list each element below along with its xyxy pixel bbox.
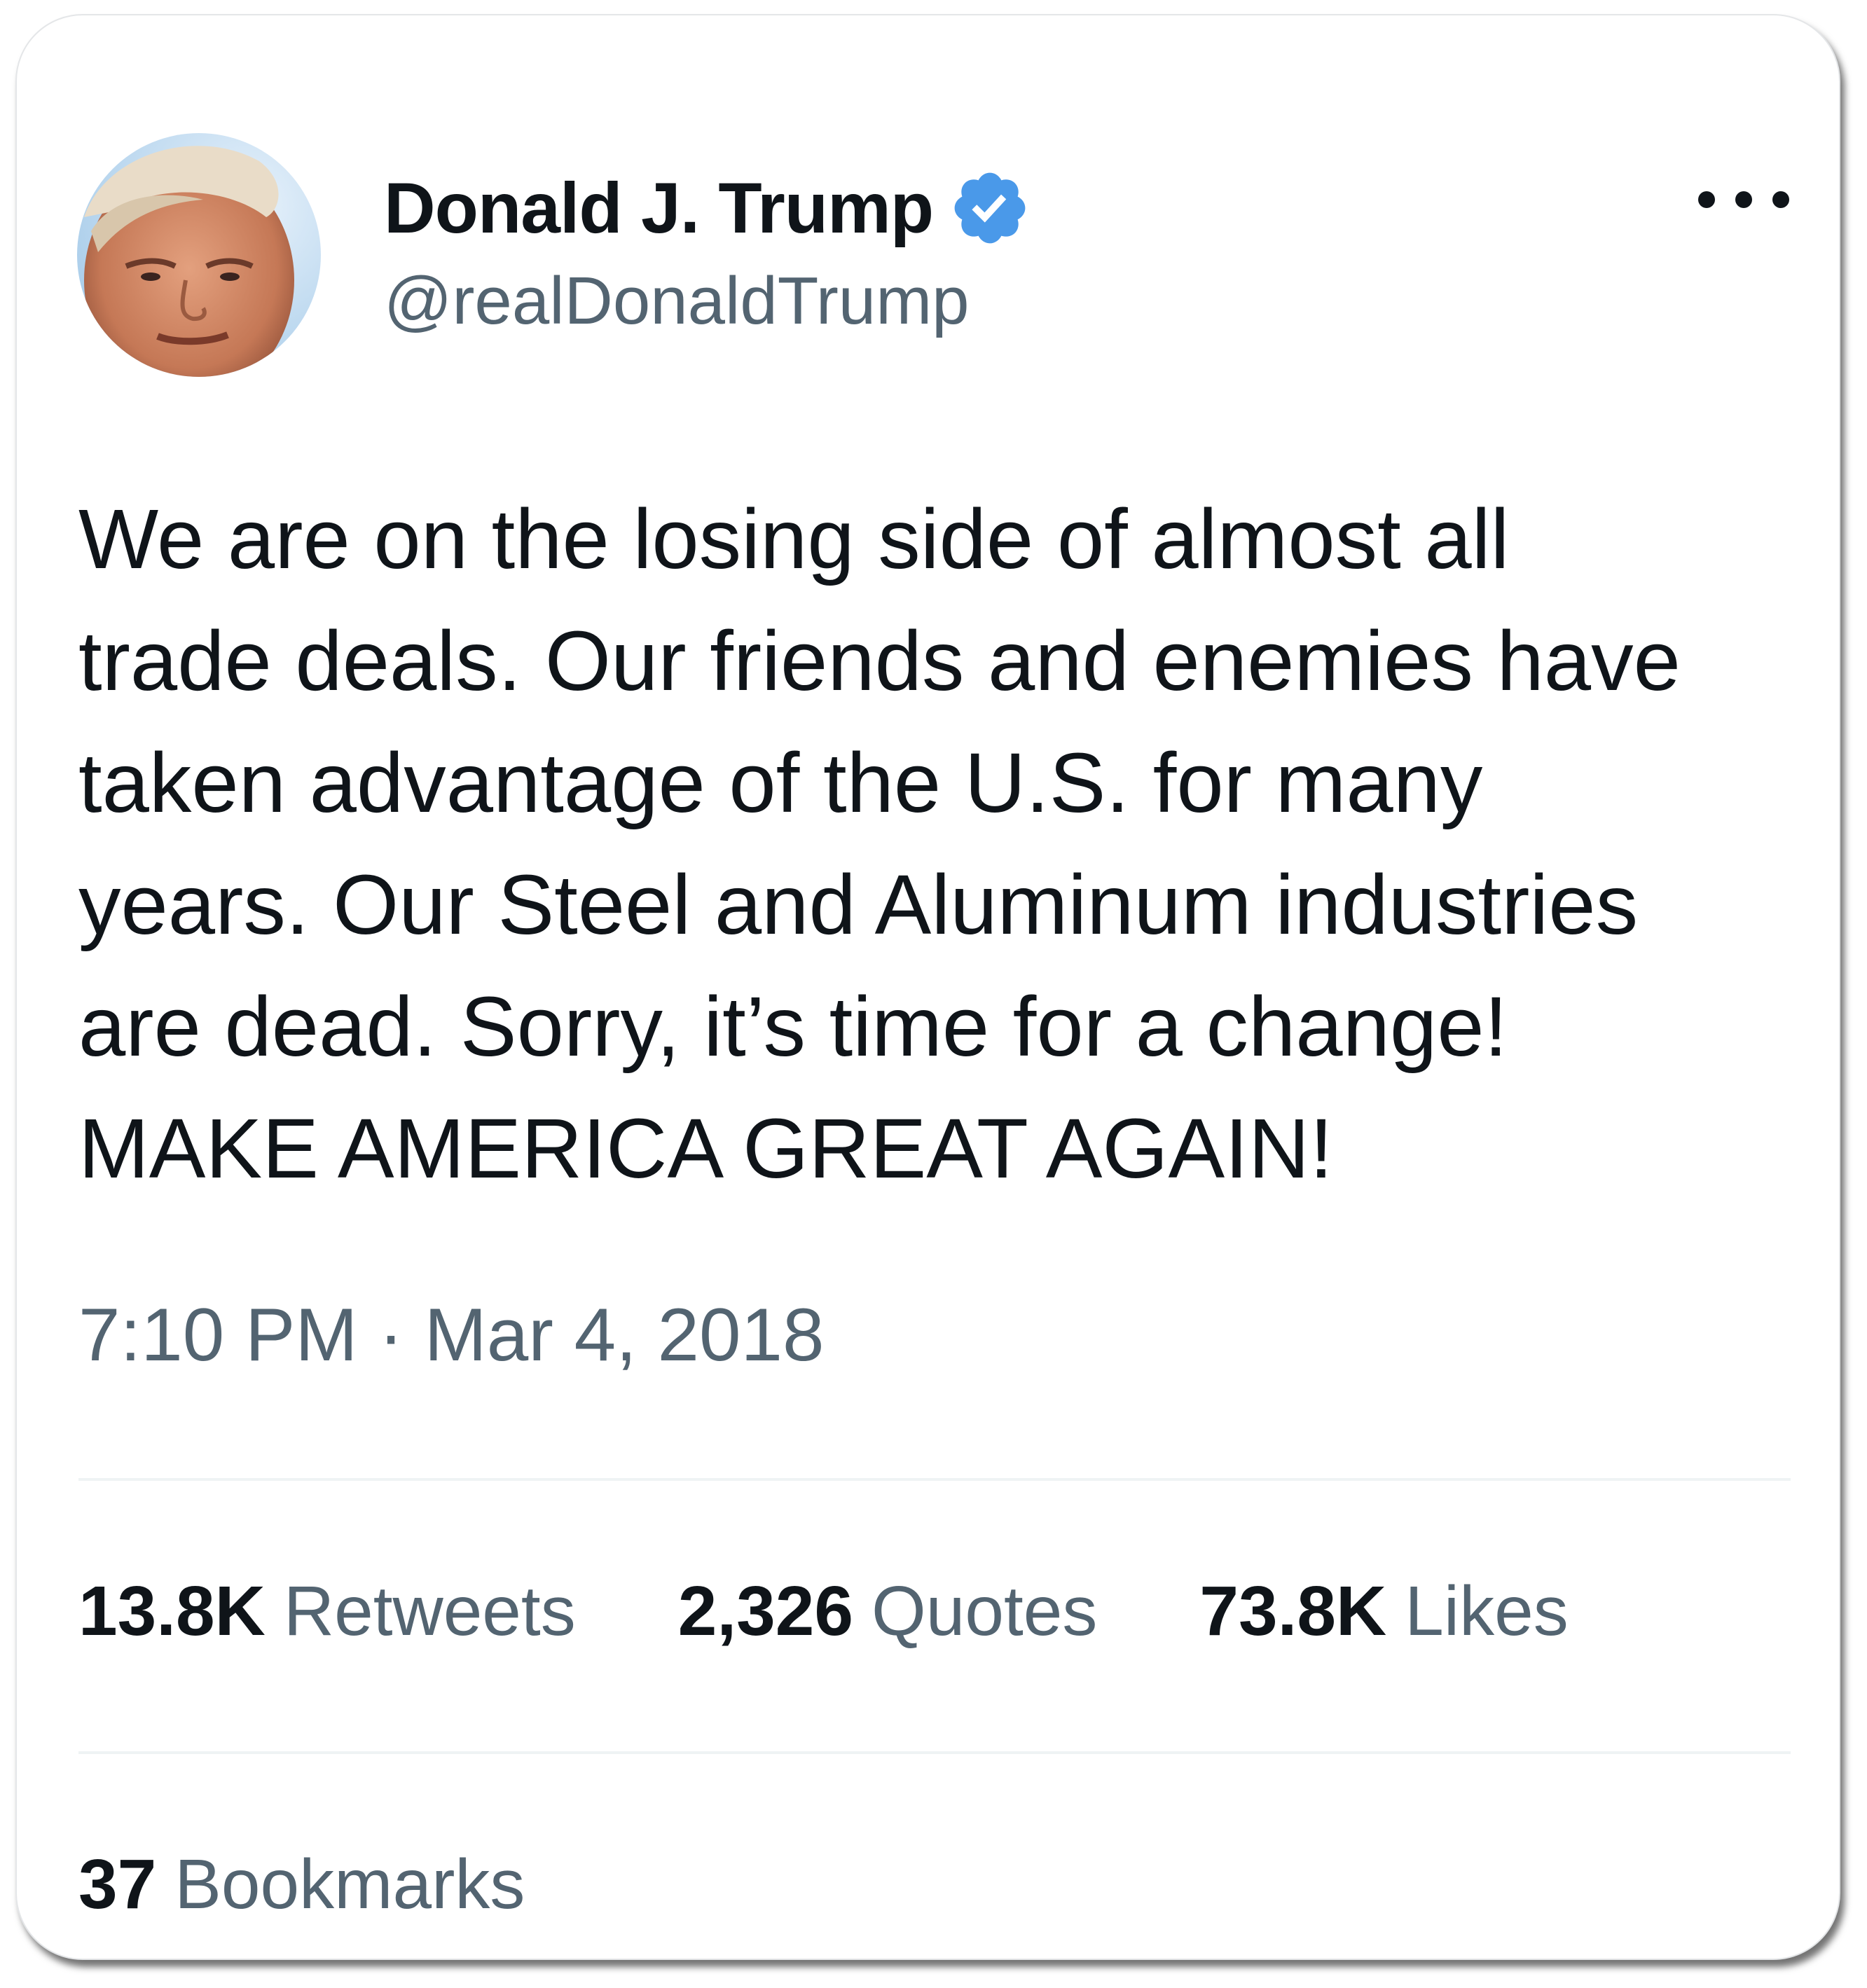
tweet-line: taken advantage of the U.S. for many [78, 735, 1483, 830]
retweets-stat[interactable]: 13.8K Retweets [78, 1576, 576, 1646]
avatar-image [77, 133, 321, 377]
more-dot [1735, 191, 1752, 208]
retweets-label: Retweets [283, 1572, 576, 1650]
avatar[interactable] [77, 133, 321, 377]
divider [78, 1478, 1791, 1481]
more-dot [1698, 191, 1715, 208]
tweet-text: We are on the losing side of almost all … [78, 478, 1802, 1209]
author-handle[interactable]: @realDonaldTrump [384, 268, 970, 335]
quotes-count: 2,326 [677, 1572, 853, 1650]
retweets-count: 13.8K [78, 1572, 266, 1650]
more-options-icon[interactable] [1698, 182, 1789, 217]
more-dot [1772, 191, 1789, 208]
tweet-line: MAKE AMERICA GREAT AGAIN! [78, 1100, 1333, 1196]
tweet-line: trade deals. Our friends and enemies hav… [78, 613, 1681, 708]
author-name[interactable]: Donald J. Trump [384, 172, 934, 244]
bookmarks-stat[interactable]: 37 Bookmarks [78, 1849, 525, 1919]
tweet-line: years. Our Steel and Aluminum industries [78, 857, 1639, 952]
tweet-line: are dead. Sorry, it’s time for a change! [78, 979, 1508, 1074]
tweet-timestamp[interactable]: 7:10 PM · Mar 4, 2018 [78, 1297, 825, 1372]
author-name-row: Donald J. Trump [384, 163, 1031, 254]
likes-stat[interactable]: 73.8K Likes [1199, 1576, 1568, 1646]
quotes-label: Quotes [871, 1572, 1098, 1650]
verified-badge-icon[interactable] [949, 167, 1031, 249]
bookmarks-label: Bookmarks [174, 1845, 525, 1924]
tweet-card: Donald J. Trump @realDonaldTrump We are … [15, 14, 1840, 1960]
tweet-line: We are on the losing side of almost all [78, 491, 1510, 586]
likes-count: 73.8K [1199, 1572, 1387, 1650]
bookmarks-count: 37 [78, 1845, 157, 1924]
likes-label: Likes [1405, 1572, 1569, 1650]
engagement-stats: 13.8K Retweets 2,326 Quotes 73.8K Likes [78, 1576, 1569, 1646]
divider [78, 1751, 1791, 1754]
quotes-stat[interactable]: 2,326 Quotes [678, 1576, 1098, 1646]
